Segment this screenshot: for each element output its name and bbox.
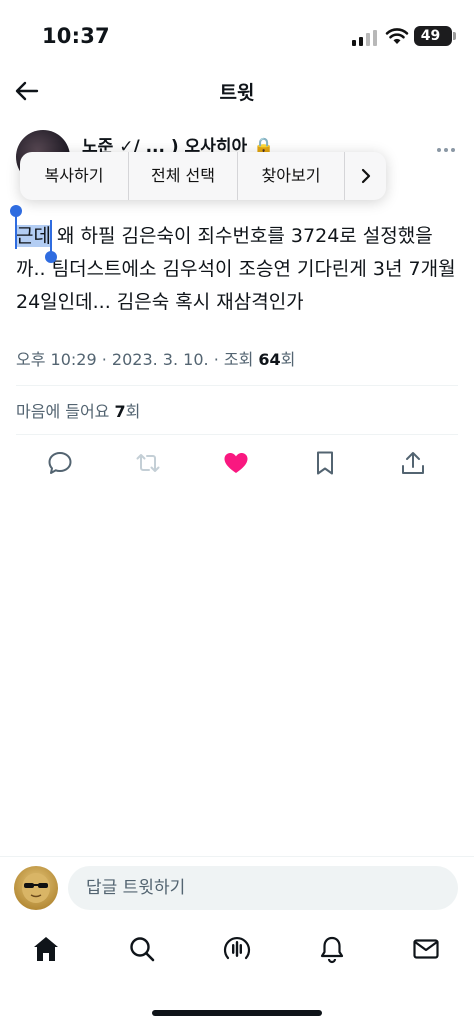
likes-label: 마음에 들어요 — [16, 402, 110, 421]
battery-icon: 49 — [414, 26, 452, 46]
home-icon[interactable] — [31, 934, 61, 964]
text-selection-menu: 복사하기 전체 선택 찾아보기 — [20, 152, 386, 200]
tweet-text-rest: 왜 하필 김은숙이 죄수번호를 3724로 설정했을까.. 팀더스트에소 김우석… — [16, 225, 456, 313]
battery-cap — [453, 32, 456, 40]
views-suffix: 회 — [280, 350, 296, 369]
tweet-time: 오후 10:29 — [16, 350, 97, 369]
search-icon[interactable] — [127, 934, 157, 964]
status-bar: 10:37 49 — [0, 0, 474, 70]
like-icon[interactable] — [222, 449, 250, 477]
bookmark-icon[interactable] — [311, 449, 339, 477]
signal-icon — [352, 30, 377, 46]
page-title: 트윗 — [219, 82, 255, 104]
reply-bar-divider — [0, 856, 474, 857]
wifi-icon — [385, 28, 409, 44]
home-indicator — [152, 1010, 322, 1016]
selection-start-handle[interactable] — [10, 205, 24, 251]
tweet-text[interactable]: 근데 왜 하필 김은숙이 죄수번호를 3724로 설정했을까.. 팀더스트에소 … — [16, 220, 462, 319]
likes-suffix: 회 — [125, 402, 141, 421]
share-icon[interactable] — [399, 449, 427, 477]
reply-icon[interactable] — [46, 449, 74, 477]
messages-icon[interactable] — [411, 934, 441, 964]
selection-end-handle[interactable] — [45, 220, 59, 266]
reply-input[interactable]: 답글 트윗하기 — [68, 866, 458, 910]
tweet-meta: 오후 10:29 · 2023. 3. 10. · 조회 64회 — [16, 350, 296, 369]
views-count: 64 — [258, 350, 281, 369]
battery-level: 49 — [420, 28, 441, 44]
chevron-right-icon — [361, 168, 370, 184]
status-time: 10:37 — [42, 24, 110, 48]
more-menu-items-button[interactable] — [345, 152, 386, 200]
notifications-icon[interactable] — [317, 934, 347, 964]
copy-menu-item[interactable]: 복사하기 — [20, 152, 129, 200]
select-all-menu-item[interactable]: 전체 선택 — [129, 152, 238, 200]
views-label: 조회 — [223, 350, 254, 369]
user-avatar-image — [22, 873, 50, 903]
likes-summary[interactable]: 마음에 들어요 7회 — [16, 398, 140, 422]
more-options-icon[interactable] — [434, 140, 458, 160]
likes-count: 7 — [114, 402, 126, 421]
user-avatar[interactable] — [14, 866, 58, 910]
divider — [16, 385, 458, 386]
spaces-icon[interactable] — [222, 934, 252, 964]
look-up-menu-item[interactable]: 찾아보기 — [238, 152, 345, 200]
tweet-date: 2023. 3. 10. — [111, 350, 209, 369]
retweet-icon[interactable] — [134, 449, 162, 477]
header: 트윗 — [0, 70, 474, 114]
divider — [16, 434, 458, 435]
